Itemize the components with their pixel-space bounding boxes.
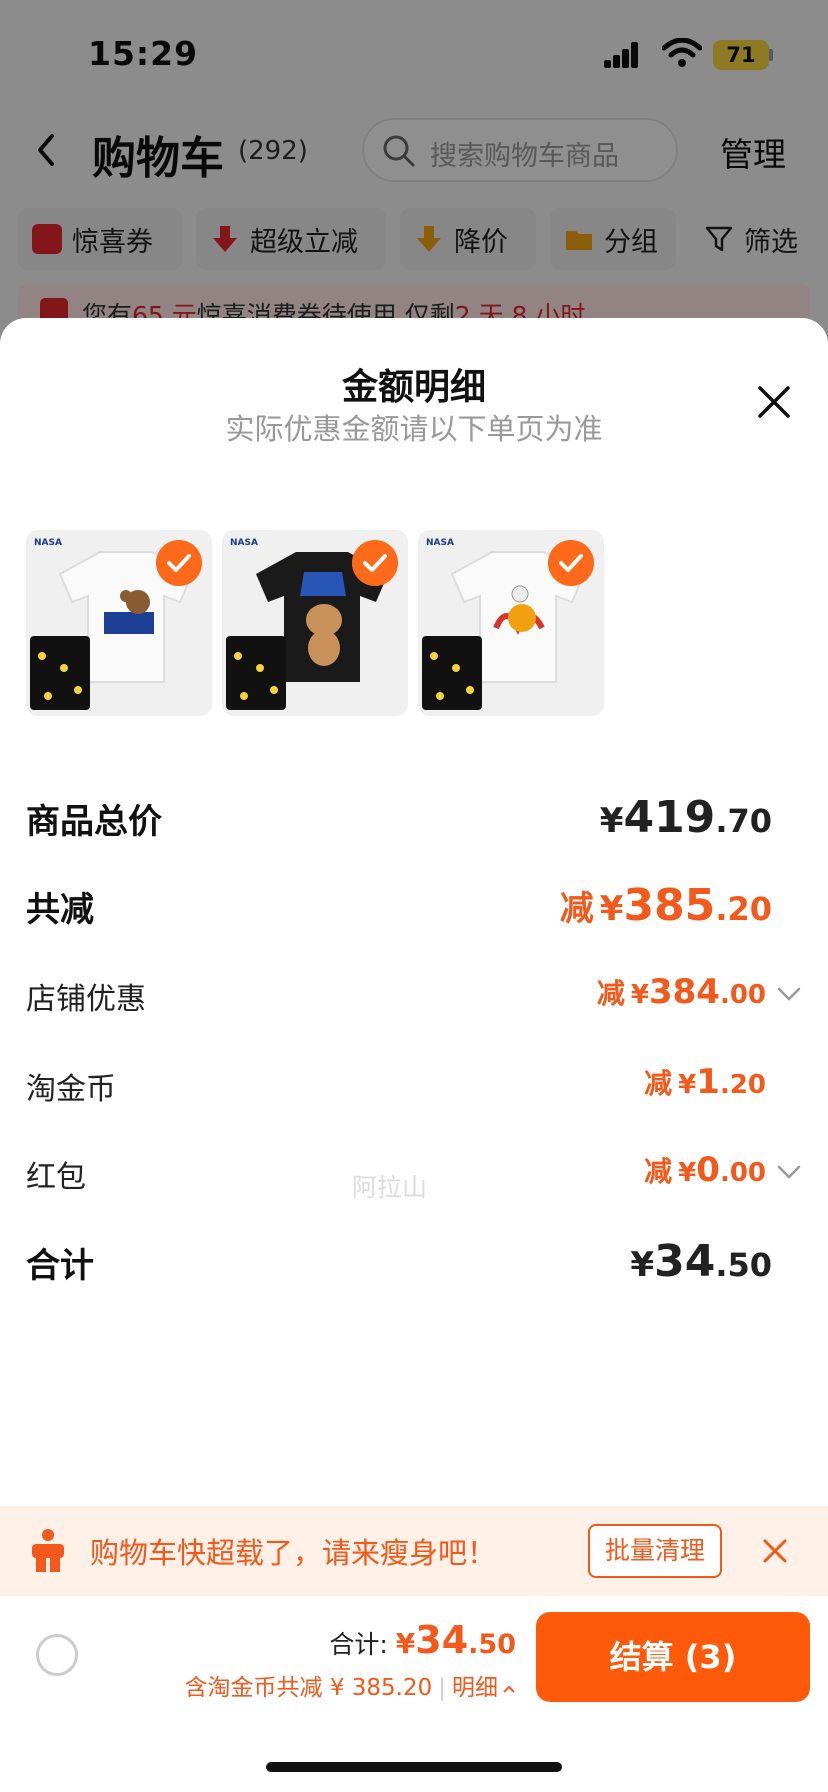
total-currency: ¥ [395, 1627, 416, 1660]
sheet-title: 金额明细 [341, 367, 486, 408]
total-label: 合计: [329, 1630, 388, 1659]
row-label: 共减 [26, 890, 94, 930]
row-coins: 淘金币 减 ¥1.20 [26, 1058, 802, 1118]
checkout-bar: 合计: ¥34.50 含淘金币共减 ¥ 385.20 | 明细 结算 (3) [0, 1596, 828, 1792]
checkout-total: 合计: ¥34.50 [329, 1618, 516, 1662]
product-thumbnail[interactable]: NASA [418, 530, 604, 716]
home-indicator [266, 1762, 562, 1772]
select-all-checkbox[interactable] [36, 1634, 78, 1676]
total-decimal: .50 [468, 1629, 516, 1660]
chevron-down-icon[interactable] [776, 984, 802, 1004]
row-subtotal: 商品总价 ¥419.70 [26, 788, 802, 848]
saving-summary[interactable]: 含淘金币共减 ¥ 385.20 | 明细 [185, 1668, 516, 1702]
slim-figure-icon [32, 1529, 64, 1572]
selected-products: NASA NASA NASA [26, 530, 626, 716]
product-thumbnail[interactable]: NASA [26, 530, 212, 716]
watermark: 阿拉山 [352, 1173, 428, 1202]
row-label: 淘金币 [26, 1072, 116, 1107]
cart-overload-banner: 购物车快超载了，请来瘦身吧！ 批量清理 [0, 1506, 828, 1596]
row-value: ¥419.70 [599, 792, 772, 843]
banner-text: 购物车快超载了，请来瘦身吧！ [90, 1536, 497, 1570]
row-value: 减 ¥384.00 [596, 972, 766, 1012]
product-thumbnail[interactable]: NASA [222, 530, 408, 716]
selected-check-icon[interactable] [548, 540, 594, 586]
row-label: 红包 [26, 1160, 86, 1195]
row-value: 减 ¥1.20 [644, 1062, 766, 1102]
row-total: 合计 ¥34.50 [26, 1232, 802, 1292]
saving-text: 含淘金币共减 ¥ 385.20 [184, 1675, 433, 1701]
selected-check-icon[interactable] [352, 540, 398, 586]
gift-bag-image [422, 636, 482, 710]
row-value: 减 ¥0.00 [644, 1150, 766, 1190]
chevron-up-icon [503, 1685, 515, 1693]
row-store-discount[interactable]: 店铺优惠 减 ¥384.00 [26, 968, 802, 1028]
row-total-discount: 共减 减 ¥385.20 [26, 876, 802, 936]
row-label: 合计 [26, 1246, 94, 1286]
sheet-subtitle: 实际优惠金额请以下单页为准 [225, 412, 603, 446]
gift-bag-image [30, 636, 90, 710]
close-icon[interactable] [756, 384, 792, 420]
row-value: 减 ¥385.20 [559, 880, 772, 931]
checkout-button[interactable]: 结算 (3) [536, 1612, 810, 1702]
row-label: 商品总价 [26, 802, 162, 842]
bulk-clean-button[interactable]: 批量清理 [588, 1524, 722, 1578]
total-integer: 34 [415, 1618, 469, 1662]
selected-check-icon[interactable] [156, 540, 202, 586]
row-value: ¥34.50 [630, 1236, 772, 1287]
gift-bag-image [226, 636, 286, 710]
detail-link[interactable]: 明细 [452, 1675, 498, 1701]
row-label: 店铺优惠 [26, 982, 146, 1017]
chevron-down-icon[interactable] [776, 1162, 802, 1182]
close-icon[interactable] [762, 1538, 788, 1564]
